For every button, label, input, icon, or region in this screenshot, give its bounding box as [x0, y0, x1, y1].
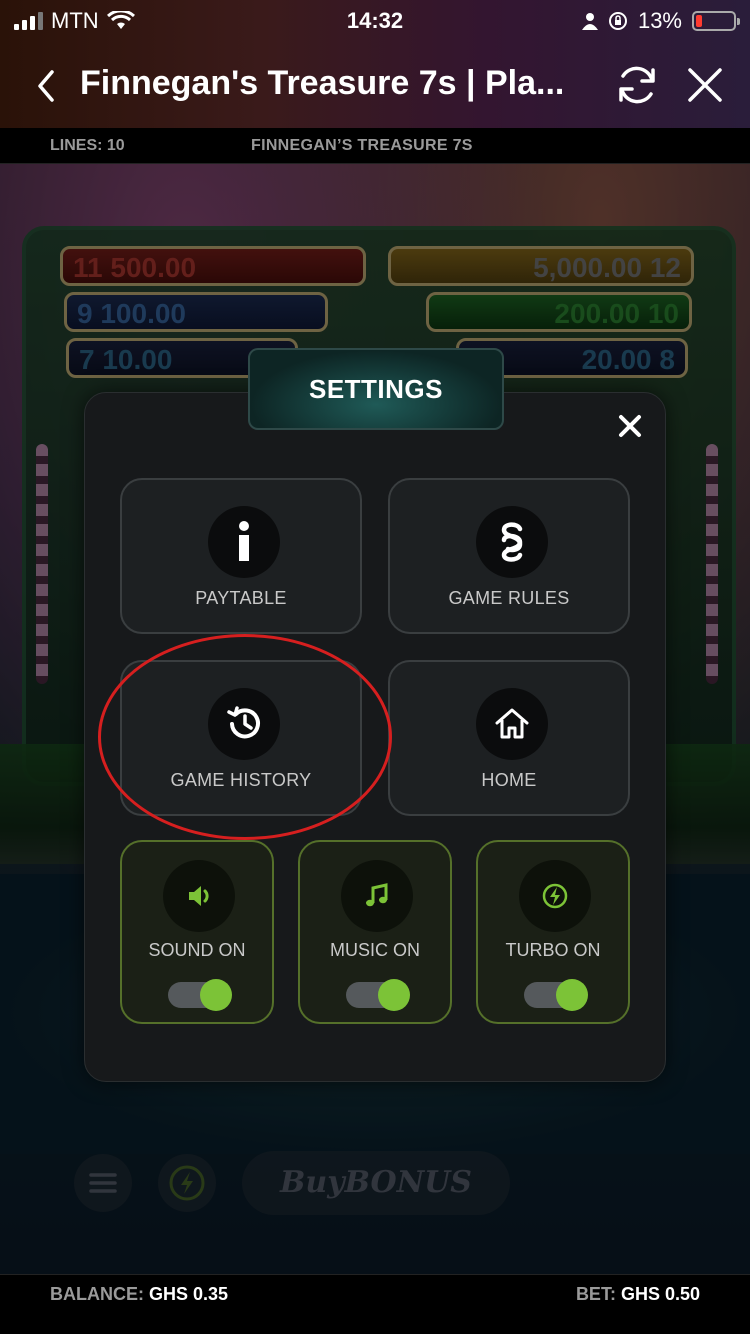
bet-value: GHS 0.50 [620, 1284, 700, 1304]
home-label: HOME [481, 770, 537, 790]
settings-close-icon[interactable] [614, 410, 646, 442]
turbo-switch[interactable] [524, 979, 588, 1011]
orientation-lock-icon [608, 12, 627, 30]
status-bar: MTN 14:32 13% [0, 0, 750, 42]
info-icon [208, 506, 280, 578]
balance-value: GHS 0.35 [149, 1284, 229, 1304]
game-rules-label: GAME RULES [448, 588, 570, 608]
turbo-toggle-tile[interactable]: TURBO ON [476, 840, 630, 1024]
music-label: MUSIC ON [330, 940, 420, 960]
settings-title: SETTINGS [248, 348, 504, 430]
bet-label: BET: [575, 1284, 616, 1304]
lightning-icon [519, 860, 591, 932]
browser-header: Finnegan's Treasure 7s | Pla... [0, 42, 750, 128]
paytable-button[interactable]: PAYTABLE [120, 478, 362, 634]
turbo-label: TURBO ON [505, 940, 601, 960]
top-bar: MTN 14:32 13% Finnegan's Treasure 7s | P… [0, 0, 750, 128]
game-name-label: FINNEGAN’S TREASURE 7S [251, 137, 473, 154]
sound-switch[interactable] [168, 979, 232, 1011]
home-button[interactable]: HOME [388, 660, 630, 816]
speaker-icon [163, 860, 235, 932]
sound-label: SOUND ON [148, 940, 246, 960]
footer-bar: BALANCE: GHS 0.35 BET: GHS 0.50 [0, 1274, 750, 1334]
home-icon [476, 688, 548, 760]
game-rules-button[interactable]: GAME RULES [388, 478, 630, 634]
battery-percent: 13% [637, 8, 682, 33]
music-note-icon [341, 860, 413, 932]
person-icon [581, 13, 598, 30]
close-icon[interactable] [684, 64, 726, 106]
refresh-icon[interactable] [614, 62, 660, 108]
paytable-label: PAYTABLE [195, 588, 287, 608]
balance: BALANCE: GHS 0.35 [50, 1284, 228, 1305]
music-switch[interactable] [346, 979, 410, 1011]
battery-icon [692, 11, 740, 31]
bet: BET: GHS 0.50 [576, 1284, 700, 1305]
highlight-annotation [98, 634, 392, 840]
section-icon [476, 506, 548, 578]
back-chevron-icon[interactable] [30, 66, 60, 106]
page-title: Finnegan's Treasure 7s | Pla... [80, 64, 565, 102]
music-toggle-tile[interactable]: MUSIC ON [298, 840, 452, 1024]
lines-label: LINES: 10 [50, 137, 125, 154]
game-info-bar: LINES: 10 FINNEGAN’S TREASURE 7S [0, 128, 750, 164]
sound-toggle-tile[interactable]: SOUND ON [120, 840, 274, 1024]
balance-label: BALANCE: [50, 1284, 144, 1304]
